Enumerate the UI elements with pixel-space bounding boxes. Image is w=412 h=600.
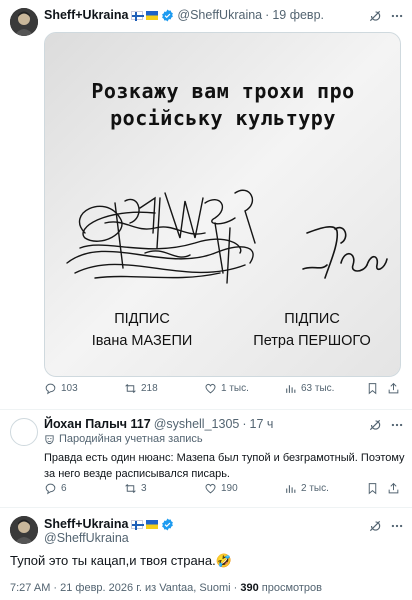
more-icon[interactable] bbox=[390, 519, 404, 533]
author-avatar[interactable] bbox=[10, 8, 38, 36]
finland-flag-icon bbox=[131, 10, 145, 21]
reply-text: Правда есть один нюанс: Мазепа был тупой… bbox=[44, 450, 409, 482]
retweet-count: 3 bbox=[141, 482, 147, 494]
views-button[interactable]: 2 тыс. bbox=[284, 482, 329, 495]
tweet-meta: 7:27 AM · 21 февр. 2026 г. из Vantaa, Su… bbox=[10, 582, 322, 594]
parody-text: Пародийная учетная запись bbox=[59, 433, 203, 445]
author-handle[interactable]: @SheffUkraina bbox=[177, 8, 262, 22]
grok-icon[interactable] bbox=[368, 519, 382, 533]
caption-right-2: Петра ПЕРШОГО bbox=[253, 333, 370, 349]
retweet-count: 218 bbox=[141, 382, 158, 394]
signatures-image: Розкажу вам трохи про російську культуру bbox=[45, 33, 400, 376]
author-name[interactable]: Sheff+Ukraina bbox=[44, 8, 128, 22]
verified-icon bbox=[162, 518, 174, 530]
reply-count: 6 bbox=[61, 482, 67, 494]
tweet-timestamp[interactable]: 7:27 AM · 21 февр. 2026 г. из Vantaa, Su… bbox=[10, 582, 240, 594]
ukraine-flag-icon bbox=[146, 10, 159, 20]
views-count: 63 тыс. bbox=[301, 382, 335, 394]
separator-dot: · bbox=[242, 417, 247, 431]
tweet-handle-line: @SheffUkraina bbox=[44, 531, 129, 545]
author-avatar[interactable] bbox=[10, 516, 38, 544]
reply-icon bbox=[45, 383, 56, 394]
caption-left-2: Івана МАЗЕПИ bbox=[92, 333, 193, 349]
retweet-button[interactable]: 218 bbox=[124, 382, 158, 395]
bookmark-icon[interactable] bbox=[366, 482, 379, 495]
parody-icon bbox=[45, 434, 54, 444]
tweet-text: Тупой это ты кацап,и твоя страна.🤣 bbox=[10, 553, 232, 568]
parody-label: Пародийная учетная запись bbox=[44, 433, 203, 445]
tweet-image[interactable]: Розкажу вам трохи про російську культуру bbox=[44, 32, 401, 377]
reply-button[interactable]: 6 bbox=[44, 482, 67, 495]
grok-icon[interactable] bbox=[368, 9, 382, 23]
like-icon bbox=[205, 483, 216, 493]
finland-flag-icon bbox=[131, 519, 145, 530]
tweet-date[interactable]: 19 февр. bbox=[272, 8, 324, 22]
tweet-reply[interactable]: Йохан Палыч 117 @syshell_1305 · 17 ч Пар… bbox=[0, 410, 412, 506]
share-icon[interactable] bbox=[387, 382, 400, 395]
reply-text-line-1: Правда есть один нюанс: Мазепа был тупой… bbox=[44, 452, 405, 464]
reply-count: 103 bbox=[61, 382, 78, 394]
like-count: 1 тыс. bbox=[221, 382, 249, 394]
like-icon bbox=[205, 383, 216, 393]
grok-icon[interactable] bbox=[368, 418, 382, 432]
retweet-button[interactable]: 3 bbox=[124, 482, 147, 495]
more-icon[interactable] bbox=[390, 9, 404, 23]
like-button[interactable]: 1 тыс. bbox=[204, 382, 249, 395]
tweet-header: Sheff+Ukraina @SheffUkraina · 19 февр. bbox=[44, 8, 324, 22]
ukraine-flag-icon bbox=[146, 519, 159, 529]
verified-icon bbox=[162, 9, 174, 21]
views-count: 2 тыс. bbox=[301, 482, 329, 494]
reply-header: Йохан Палыч 117 @syshell_1305 · 17 ч bbox=[44, 417, 273, 431]
author-name[interactable]: Sheff+Ukraina bbox=[44, 517, 128, 531]
views-label: просмотров bbox=[258, 582, 323, 594]
image-headline-2: російську культуру bbox=[110, 106, 336, 130]
reply-text-line-2: за него везде расписывался писарь. bbox=[44, 468, 230, 480]
reply-icon bbox=[45, 483, 56, 494]
bookmark-icon[interactable] bbox=[366, 382, 379, 395]
views-button[interactable]: 63 тыс. bbox=[284, 382, 334, 395]
tweet-original[interactable]: Sheff+Ukraina @SheffUkraina · 19 февр. Р… bbox=[0, 0, 412, 410]
like-count: 190 bbox=[221, 482, 238, 494]
more-icon[interactable] bbox=[390, 418, 404, 432]
author-handle[interactable]: @SheffUkraina bbox=[44, 531, 129, 545]
retweet-icon bbox=[125, 383, 136, 393]
reply-author-name[interactable]: Йохан Палыч 117 bbox=[44, 417, 151, 431]
image-headline-1: Розкажу вам трохи про bbox=[91, 79, 354, 103]
reply-button[interactable]: 103 bbox=[44, 382, 78, 395]
tweet-header: Sheff+Ukraina bbox=[44, 517, 174, 531]
share-icon[interactable] bbox=[387, 482, 400, 495]
like-button[interactable]: 190 bbox=[204, 482, 238, 495]
tweet-focused[interactable]: Sheff+Ukraina @SheffUkraina Тупой это ты… bbox=[0, 508, 412, 600]
separator-dot: · bbox=[265, 8, 270, 22]
views-icon bbox=[286, 484, 296, 493]
reply-date[interactable]: 17 ч bbox=[250, 417, 274, 431]
retweet-icon bbox=[125, 483, 136, 493]
views-icon bbox=[286, 384, 296, 393]
reply-handle[interactable]: @syshell_1305 bbox=[154, 417, 240, 431]
caption-right-1: ПІДПИС bbox=[284, 311, 340, 327]
reply-avatar[interactable] bbox=[10, 418, 38, 446]
caption-left-1: ПІДПИС bbox=[114, 311, 170, 327]
views-count: 390 bbox=[240, 582, 259, 594]
